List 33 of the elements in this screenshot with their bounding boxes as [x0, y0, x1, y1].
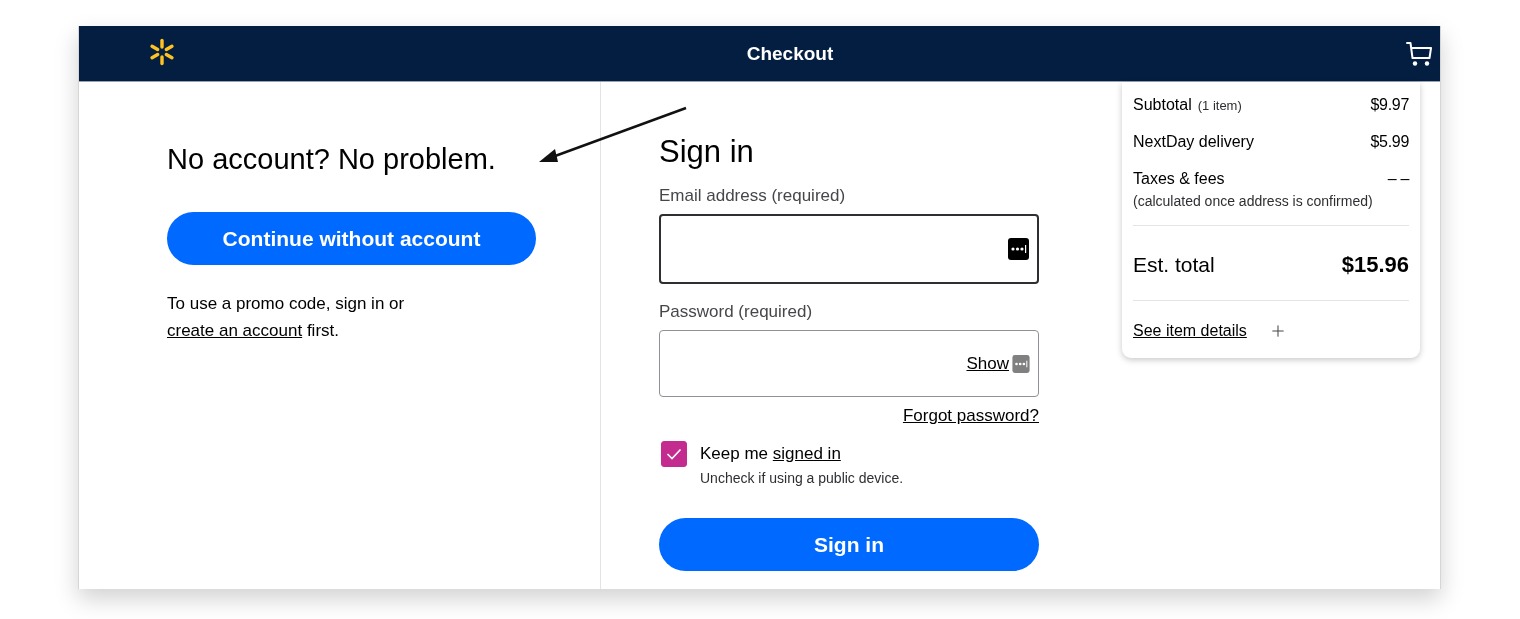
estimated-total-value: $15.96: [1341, 253, 1409, 277]
summary-line-value: $9.97: [1370, 95, 1409, 115]
forgot-password-link[interactable]: Forgot password?: [902, 404, 1039, 428]
summary-line-value: $5.99: [1370, 132, 1409, 152]
guest-heading: No account? No problem.: [167, 142, 496, 177]
email-field[interactable]: [659, 214, 1039, 284]
spark-logo-icon[interactable]: [148, 37, 176, 66]
public-device-hint: Uncheck if using a public device.: [700, 469, 904, 488]
promo-code-text: To use a promo code, sign in or create an account first.: [167, 293, 405, 342]
page-title: Checkout: [746, 42, 834, 65]
email-label: Email address (required): [659, 185, 846, 207]
password-label: Password (required): [659, 301, 813, 323]
cart-icon[interactable]: [1406, 40, 1432, 67]
create-account-link[interactable]: create an account: [167, 321, 303, 340]
keep-signed-in-checkbox[interactable]: [661, 441, 687, 467]
check-icon: [666, 448, 682, 460]
continue-without-account-button[interactable]: Continue without account: [167, 212, 536, 265]
summary-line-value: – –: [1387, 169, 1409, 189]
password-field[interactable]: Show: [659, 330, 1039, 397]
sign-in-heading: Sign in: [659, 133, 754, 171]
summary-line-hint: (calculated once address is confirmed): [1133, 192, 1373, 211]
keep-signed-in-label: Keep me signed in: [700, 443, 841, 465]
show-password-link[interactable]: Show: [966, 353, 1009, 374]
signed-in-link[interactable]: signed in: [772, 444, 841, 463]
summary-line-label: NextDay delivery: [1133, 132, 1254, 152]
summary-line-label: Subtotal: [1133, 95, 1192, 115]
sign-in-button[interactable]: Sign in: [659, 518, 1039, 571]
estimated-total-label: Est. total: [1133, 252, 1215, 278]
dots-icon[interactable]: [1008, 238, 1029, 260]
summary-line-label: Taxes & fees: [1133, 169, 1225, 189]
dots-icon[interactable]: [1012, 354, 1030, 373]
item-count-note: (1 item): [1197, 98, 1242, 113]
see-item-details-link[interactable]: See item details: [1133, 319, 1247, 343]
